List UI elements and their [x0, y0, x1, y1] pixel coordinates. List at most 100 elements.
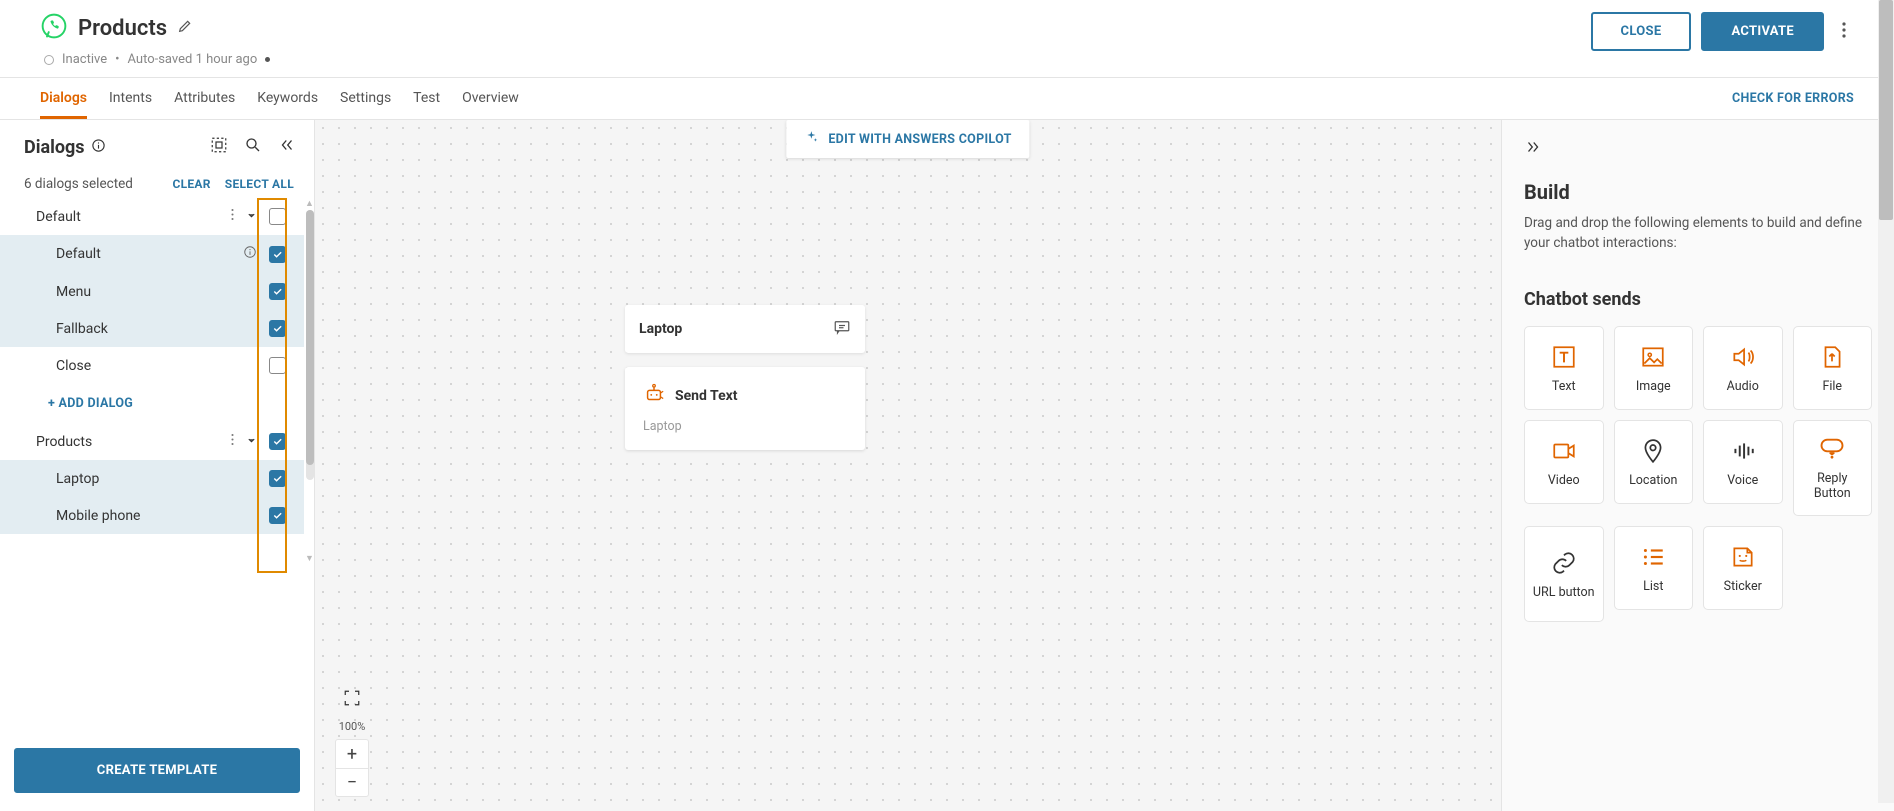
dialog-item[interactable]: Fallback — [0, 310, 304, 347]
block-image[interactable]: Image — [1614, 326, 1694, 410]
whatsapp-icon — [40, 12, 68, 44]
dialog-item-label: Fallback — [56, 321, 269, 337]
checkbox[interactable] — [269, 246, 286, 263]
checkbox[interactable] — [269, 283, 286, 300]
chevron-down-icon[interactable] — [246, 209, 257, 225]
location-icon — [1640, 437, 1666, 465]
selection-count: 6 dialogs selected — [24, 176, 133, 192]
build-panel: Build Drag and drop the following elemen… — [1502, 120, 1894, 811]
zoom-fit-icon[interactable] — [336, 682, 368, 714]
close-button[interactable]: CLOSE — [1591, 12, 1692, 51]
block-label: File — [1822, 379, 1842, 394]
expand-panel-icon[interactable] — [1524, 144, 1542, 160]
tab-dialogs[interactable]: Dialogs — [40, 78, 87, 119]
tab-test[interactable]: Test — [413, 78, 440, 119]
block-label: Audio — [1727, 379, 1759, 394]
audio-icon — [1730, 343, 1756, 371]
image-icon — [1640, 343, 1666, 371]
checkbox[interactable] — [269, 320, 286, 337]
check-errors-link[interactable]: CHECK FOR ERRORS — [1732, 91, 1854, 106]
block-text[interactable]: Text — [1524, 326, 1604, 410]
sidebar-scrollbar[interactable] — [306, 210, 314, 480]
group-more-icon[interactable] — [231, 433, 234, 450]
url-icon — [1551, 549, 1577, 577]
app-header: Products Inactive • Auto-saved 1 hour ag… — [0, 0, 1894, 78]
create-template-button[interactable]: CREATE TEMPLATE — [14, 748, 300, 793]
checkbox[interactable] — [269, 507, 286, 524]
dialog-item-label: Laptop — [56, 471, 269, 487]
select-all-link[interactable]: SELECT ALL — [225, 177, 294, 191]
block-list[interactable]: List — [1614, 526, 1694, 610]
tab-settings[interactable]: Settings — [340, 78, 391, 119]
list-icon — [1640, 543, 1666, 571]
status-text: Inactive — [62, 52, 107, 67]
block-label: Location — [1629, 473, 1677, 488]
info-icon[interactable] — [243, 245, 257, 263]
search-icon[interactable] — [244, 136, 262, 158]
activate-button[interactable]: ACTIVATE — [1701, 12, 1824, 51]
block-label: URL button — [1533, 585, 1595, 600]
zoom-percent: 100% — [339, 720, 366, 733]
block-reply[interactable]: Reply Button — [1793, 420, 1873, 516]
block-audio[interactable]: Audio — [1703, 326, 1783, 410]
block-url[interactable]: URL button — [1524, 526, 1604, 622]
send-text-node[interactable]: Send Text Laptop — [625, 367, 865, 450]
dialog-item[interactable]: Menu — [0, 273, 304, 310]
tab-attributes[interactable]: Attributes — [174, 78, 235, 119]
send-text-body: Laptop — [643, 419, 847, 434]
reply-icon — [1818, 435, 1846, 463]
dialog-item-label: Mobile phone — [56, 508, 269, 524]
block-label: Video — [1548, 473, 1580, 488]
dialog-node-title: Laptop — [639, 321, 682, 337]
info-icon[interactable] — [91, 138, 106, 157]
dialog-item[interactable]: Laptop — [0, 460, 304, 497]
dialog-item-label: Close — [56, 358, 269, 374]
page-scrollbar[interactable] — [1878, 120, 1894, 803]
panel-section-title: Chatbot sends — [1524, 289, 1872, 310]
clear-selection-link[interactable]: CLEAR — [172, 177, 210, 191]
dialog-node-header[interactable]: Laptop — [625, 305, 865, 353]
tab-overview[interactable]: Overview — [462, 78, 519, 119]
tab-keywords[interactable]: Keywords — [257, 78, 318, 119]
zoom-out-button[interactable]: − — [336, 768, 368, 796]
group-label: Products — [36, 434, 231, 450]
select-area-icon[interactable] — [210, 136, 228, 158]
group-row[interactable]: Default — [0, 198, 304, 235]
edit-title-icon[interactable] — [177, 18, 193, 38]
sticker-icon — [1730, 543, 1756, 571]
dialogs-sidebar: Dialogs 6 dialogs selected CLEAR — [0, 120, 315, 811]
chat-icon — [833, 318, 851, 340]
header-more-icon[interactable] — [1834, 16, 1854, 48]
block-label: Image — [1636, 379, 1671, 394]
block-sticker[interactable]: Sticker — [1703, 526, 1783, 610]
group-row[interactable]: Products — [0, 423, 304, 460]
checkbox[interactable] — [269, 208, 286, 225]
block-video[interactable]: Video — [1524, 420, 1604, 504]
dialog-item-label: Menu — [56, 284, 269, 300]
flow-canvas[interactable]: EDIT WITH ANSWERS COPILOT Laptop Send Te… — [315, 120, 1502, 811]
checkbox[interactable] — [269, 357, 286, 374]
voice-icon — [1730, 437, 1756, 465]
tab-intents[interactable]: Intents — [109, 78, 152, 119]
block-label: Sticker — [1724, 579, 1762, 594]
scroll-down-icon[interactable]: ▼ — [305, 553, 314, 562]
dialog-item[interactable]: Mobile phone — [0, 497, 304, 534]
block-voice[interactable]: Voice — [1703, 420, 1783, 504]
scroll-up-icon[interactable]: ▲ — [305, 198, 314, 207]
group-label: Default — [36, 209, 231, 225]
block-location[interactable]: Location — [1614, 420, 1694, 504]
separator-dot: • — [115, 52, 119, 67]
block-label: Reply Button — [1798, 471, 1868, 501]
dialog-item[interactable]: Default — [0, 235, 304, 273]
chevron-down-icon[interactable] — [246, 434, 257, 450]
collapse-sidebar-icon[interactable] — [278, 136, 296, 158]
add-dialog-button[interactable]: + ADD DIALOG — [0, 384, 304, 423]
checkbox[interactable] — [269, 433, 286, 450]
group-more-icon[interactable] — [231, 208, 234, 225]
block-file[interactable]: File — [1793, 326, 1873, 410]
dialog-item[interactable]: Close — [0, 347, 304, 384]
zoom-in-button[interactable]: + — [336, 740, 368, 768]
checkbox[interactable] — [269, 470, 286, 487]
status-indicator-icon — [44, 55, 54, 65]
edit-with-copilot-button[interactable]: EDIT WITH ANSWERS COPILOT — [786, 120, 1029, 158]
